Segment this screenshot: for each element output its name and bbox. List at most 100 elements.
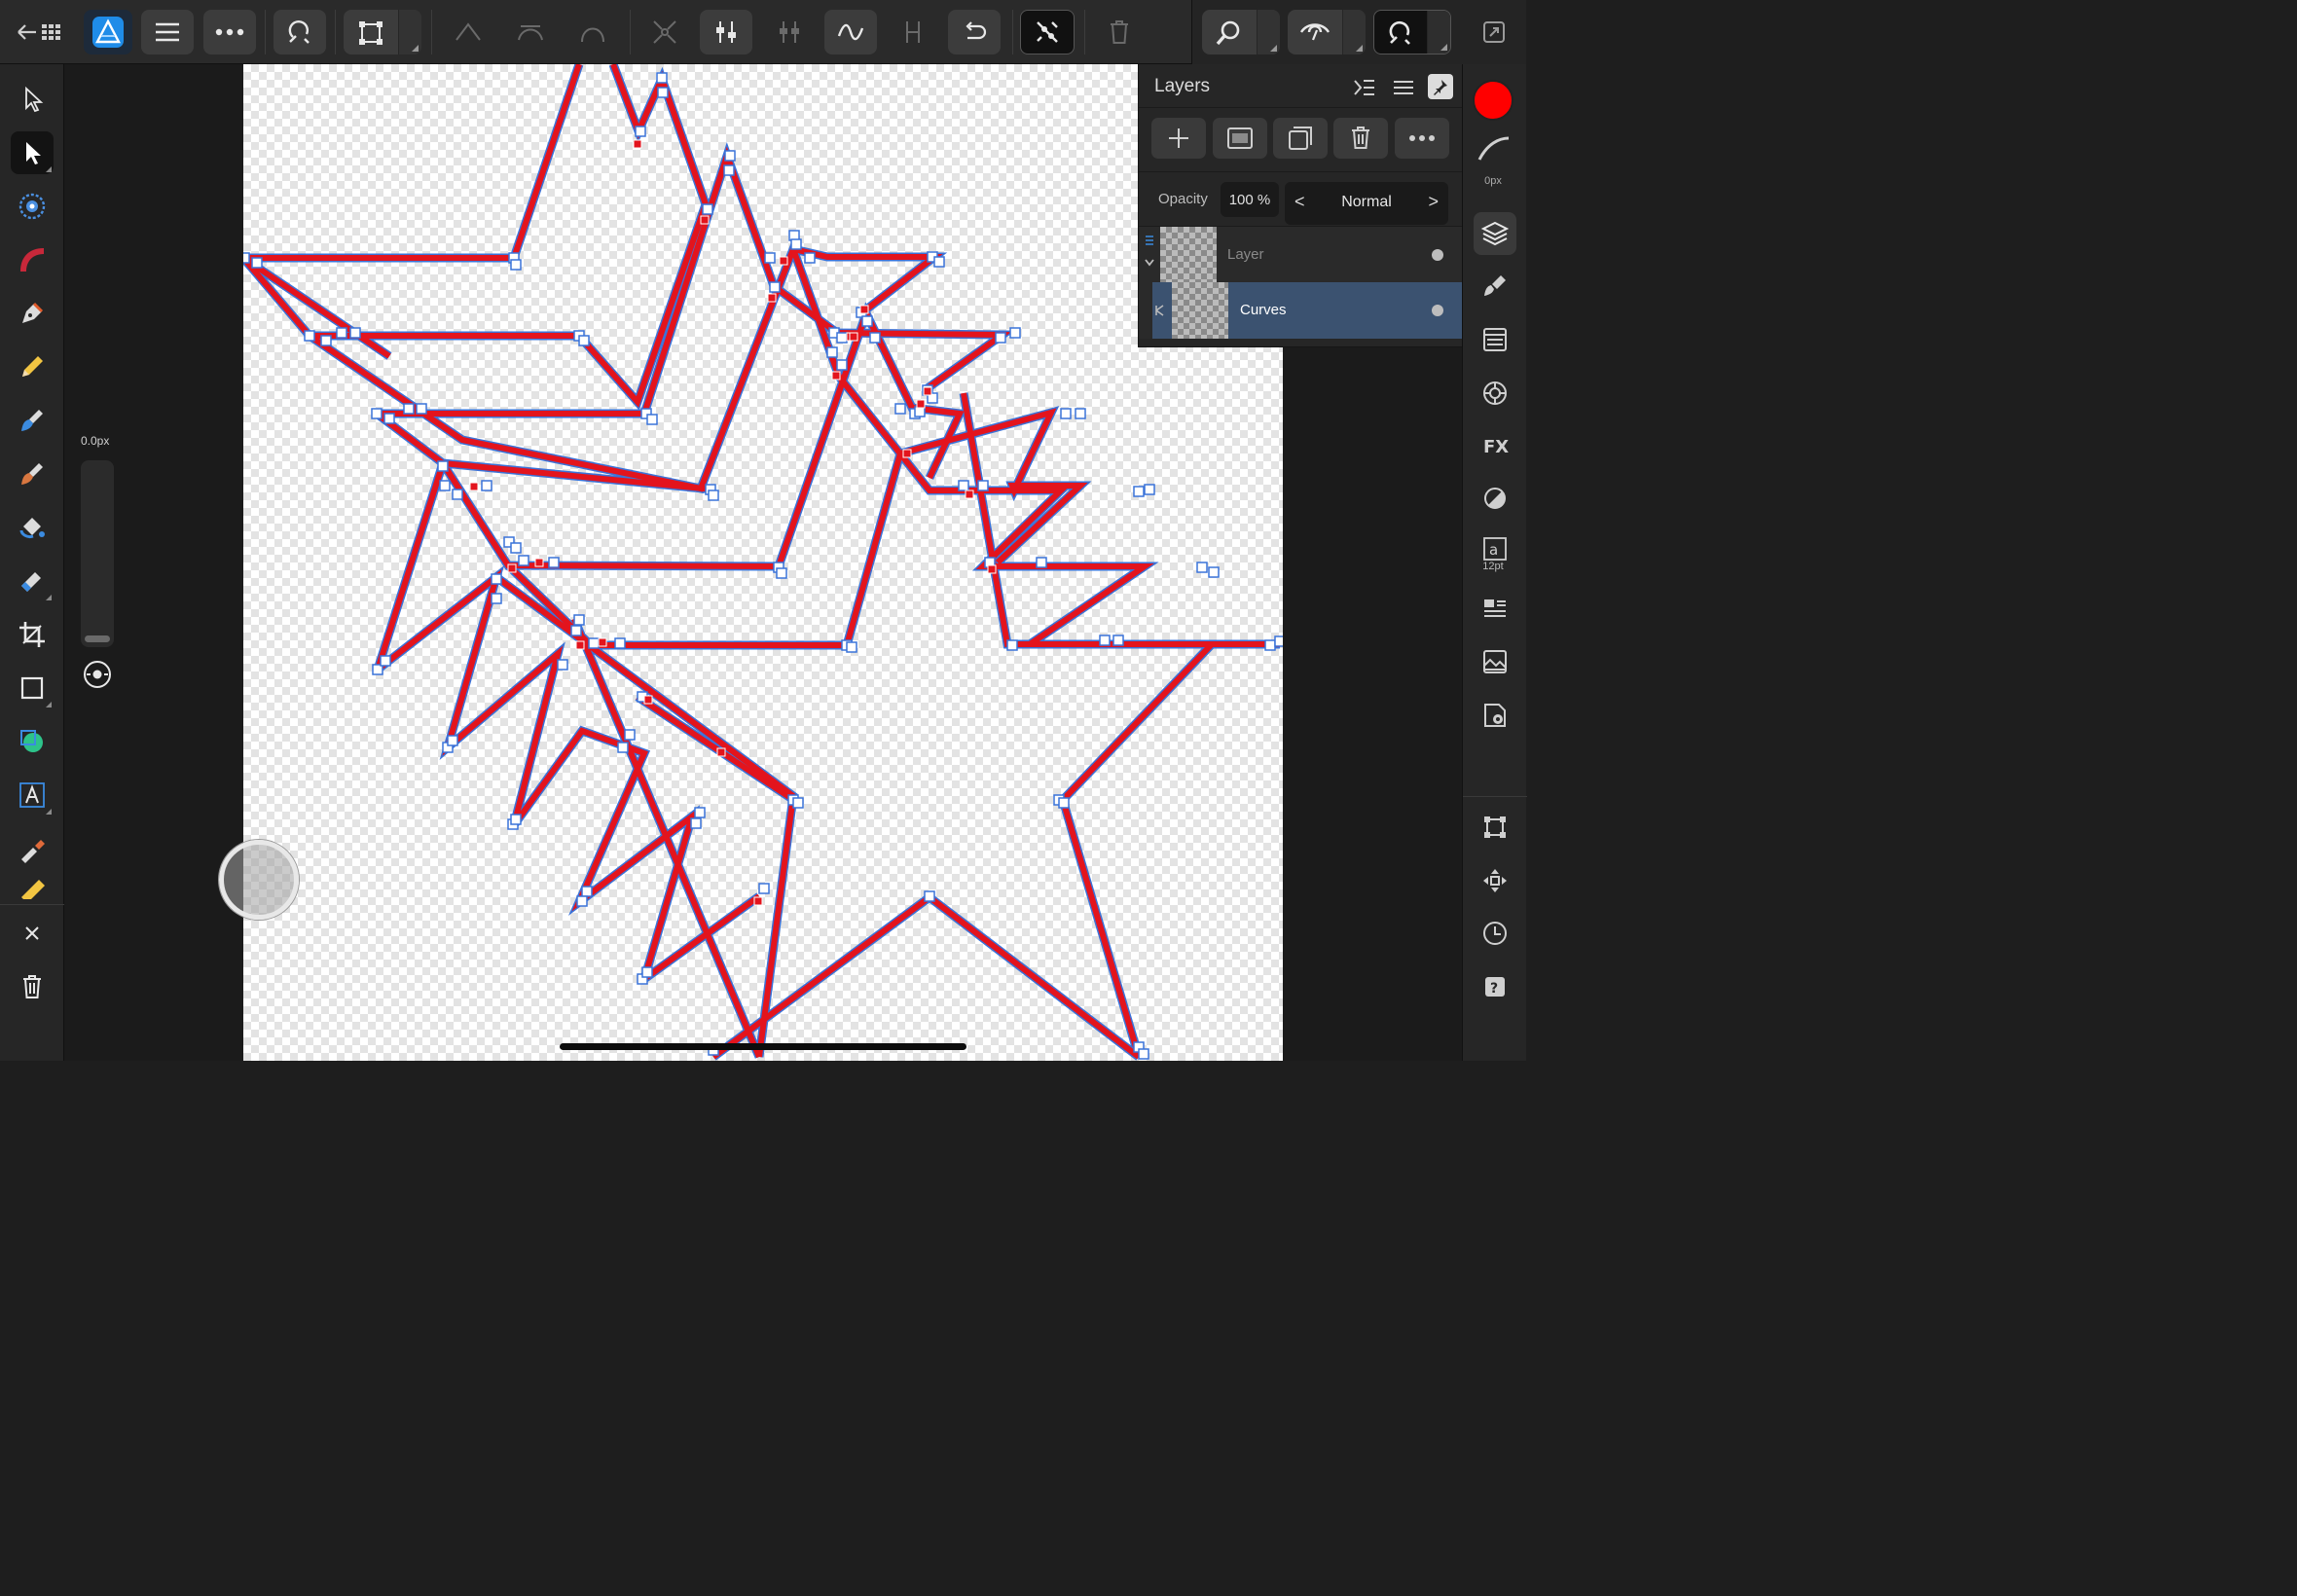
fill-tool[interactable] <box>11 506 54 549</box>
separator <box>431 10 432 54</box>
effects-studio-button[interactable] <box>1474 372 1516 415</box>
point-transform-tool[interactable] <box>11 185 54 228</box>
crop-tool[interactable] <box>11 613 54 656</box>
persona-designer-button[interactable] <box>84 10 132 54</box>
trash-icon <box>1352 127 1369 149</box>
rectangle-tool[interactable] <box>11 667 54 709</box>
transform-studio-button[interactable] <box>1474 806 1516 849</box>
shape-builder-tool[interactable] <box>11 720 54 763</box>
curves-artwork[interactable] <box>243 64 1283 1061</box>
pencil-tool-icon <box>22 356 43 377</box>
curve-fit-button[interactable] <box>824 10 877 54</box>
node-tool[interactable] <box>11 131 54 174</box>
delete-layer-button[interactable] <box>1333 118 1388 159</box>
layer-thumbnail <box>1160 227 1217 283</box>
width-slider[interactable] <box>81 460 114 647</box>
menu-button[interactable] <box>141 10 194 54</box>
fullscreen-button[interactable] <box>1474 10 1514 54</box>
corner-tool[interactable] <box>11 238 54 281</box>
assets-studio-icon <box>1483 650 1507 673</box>
stock-studio-button[interactable] <box>1474 318 1516 361</box>
close-context-button[interactable] <box>11 912 54 955</box>
distribute-nodes-button[interactable] <box>767 10 812 54</box>
separator <box>0 904 64 905</box>
smart-node-icon <box>581 27 604 43</box>
fill-color-swatch[interactable] <box>1473 80 1513 121</box>
transform-studio-icon <box>1484 816 1506 838</box>
dropdown-corner <box>1440 44 1447 51</box>
transform-mode-button[interactable] <box>344 10 421 54</box>
help-button[interactable]: ? <box>1474 965 1516 1008</box>
snapping-toggle-button[interactable] <box>1373 10 1451 54</box>
adjust-studio-icon <box>1484 488 1506 509</box>
vector-brush-tool[interactable] <box>11 399 54 442</box>
collapse-panel-button[interactable] <box>1351 74 1378 101</box>
snapping-icon <box>288 19 310 44</box>
break-curve-button[interactable] <box>642 10 687 54</box>
text-tool-icon <box>19 782 45 808</box>
home-indicator <box>560 1043 966 1050</box>
command-controller[interactable] <box>219 840 299 920</box>
sharp-node-button[interactable] <box>446 10 491 54</box>
width-slider-knob[interactable] <box>85 635 110 642</box>
stroke-preview-icon[interactable] <box>1476 134 1511 163</box>
close-curve-button[interactable] <box>1020 10 1075 54</box>
visibility-toggle[interactable] <box>1432 305 1443 316</box>
fx-studio-button[interactable]: FX <box>1474 424 1516 467</box>
snapping-button[interactable] <box>273 10 326 54</box>
zoom-button[interactable] <box>1202 10 1280 54</box>
layer-row-selected[interactable]: Curves <box>1139 282 1463 339</box>
layers-studio-button[interactable] <box>1474 212 1516 255</box>
layer-row[interactable]: Layer <box>1139 226 1463 283</box>
history-studio-icon <box>1483 922 1507 945</box>
pencil-tool[interactable] <box>11 345 54 388</box>
smooth-node-button[interactable] <box>508 10 553 54</box>
paragraph-studio-button[interactable] <box>1474 588 1516 631</box>
back-to-documents-button[interactable] <box>10 10 70 54</box>
color-picker-icon <box>21 840 45 863</box>
brushes-studio-button[interactable] <box>1474 265 1516 308</box>
measure-tool[interactable] <box>11 876 54 899</box>
navigator-studio-button[interactable] <box>1474 859 1516 902</box>
history-studio-button[interactable] <box>1474 912 1516 955</box>
pixel-tool-icon <box>21 572 41 592</box>
view-mode-button[interactable] <box>1288 10 1366 54</box>
reverse-curve-button[interactable] <box>948 10 1001 54</box>
delete-node-button[interactable] <box>1097 10 1142 54</box>
pin-icon <box>1434 80 1447 95</box>
move-tool[interactable] <box>11 78 54 121</box>
tool-group-corner <box>46 595 52 600</box>
smooth-node-icon <box>518 25 543 41</box>
pin-panel-button[interactable] <box>1428 74 1453 99</box>
delete-node-icon <box>1111 20 1128 44</box>
visibility-toggle[interactable] <box>1432 249 1443 261</box>
more-button[interactable] <box>203 10 256 54</box>
align-nodes-button[interactable] <box>700 10 752 54</box>
add-layer-button[interactable] <box>1151 118 1206 159</box>
layer-options-button[interactable] <box>1395 118 1449 159</box>
smart-node-button[interactable] <box>570 10 615 54</box>
pixel-brush-tool[interactable] <box>11 453 54 495</box>
join-nodes-button[interactable] <box>891 10 935 54</box>
assets-studio-button[interactable] <box>1474 640 1516 683</box>
color-picker-tool[interactable] <box>11 827 54 870</box>
duplicate-layer-button[interactable] <box>1273 118 1328 159</box>
delete-button[interactable] <box>11 965 54 1008</box>
blend-mode-selector[interactable]: < Normal > <box>1285 182 1448 225</box>
opacity-value[interactable]: 100 % <box>1221 182 1279 217</box>
adjustment-studio-button[interactable] <box>1474 477 1516 520</box>
pressure-toggle-button[interactable] <box>82 659 113 690</box>
artistic-text-tool[interactable] <box>11 774 54 816</box>
erase-tool[interactable] <box>11 560 54 602</box>
blend-next-icon[interactable]: > <box>1428 192 1439 212</box>
document-canvas[interactable] <box>243 64 1283 1061</box>
width-value-label: 0.0px <box>81 434 110 448</box>
layer-thumbnail <box>1172 282 1228 339</box>
panel-menu-button[interactable] <box>1390 74 1417 101</box>
join-nodes-icon <box>906 21 920 43</box>
settings-studio-button[interactable] <box>1474 694 1516 737</box>
pen-tool[interactable] <box>11 292 54 335</box>
collapse-panel-icon <box>1354 80 1374 95</box>
separator <box>1084 10 1085 54</box>
add-mask-layer-button[interactable] <box>1213 118 1267 159</box>
